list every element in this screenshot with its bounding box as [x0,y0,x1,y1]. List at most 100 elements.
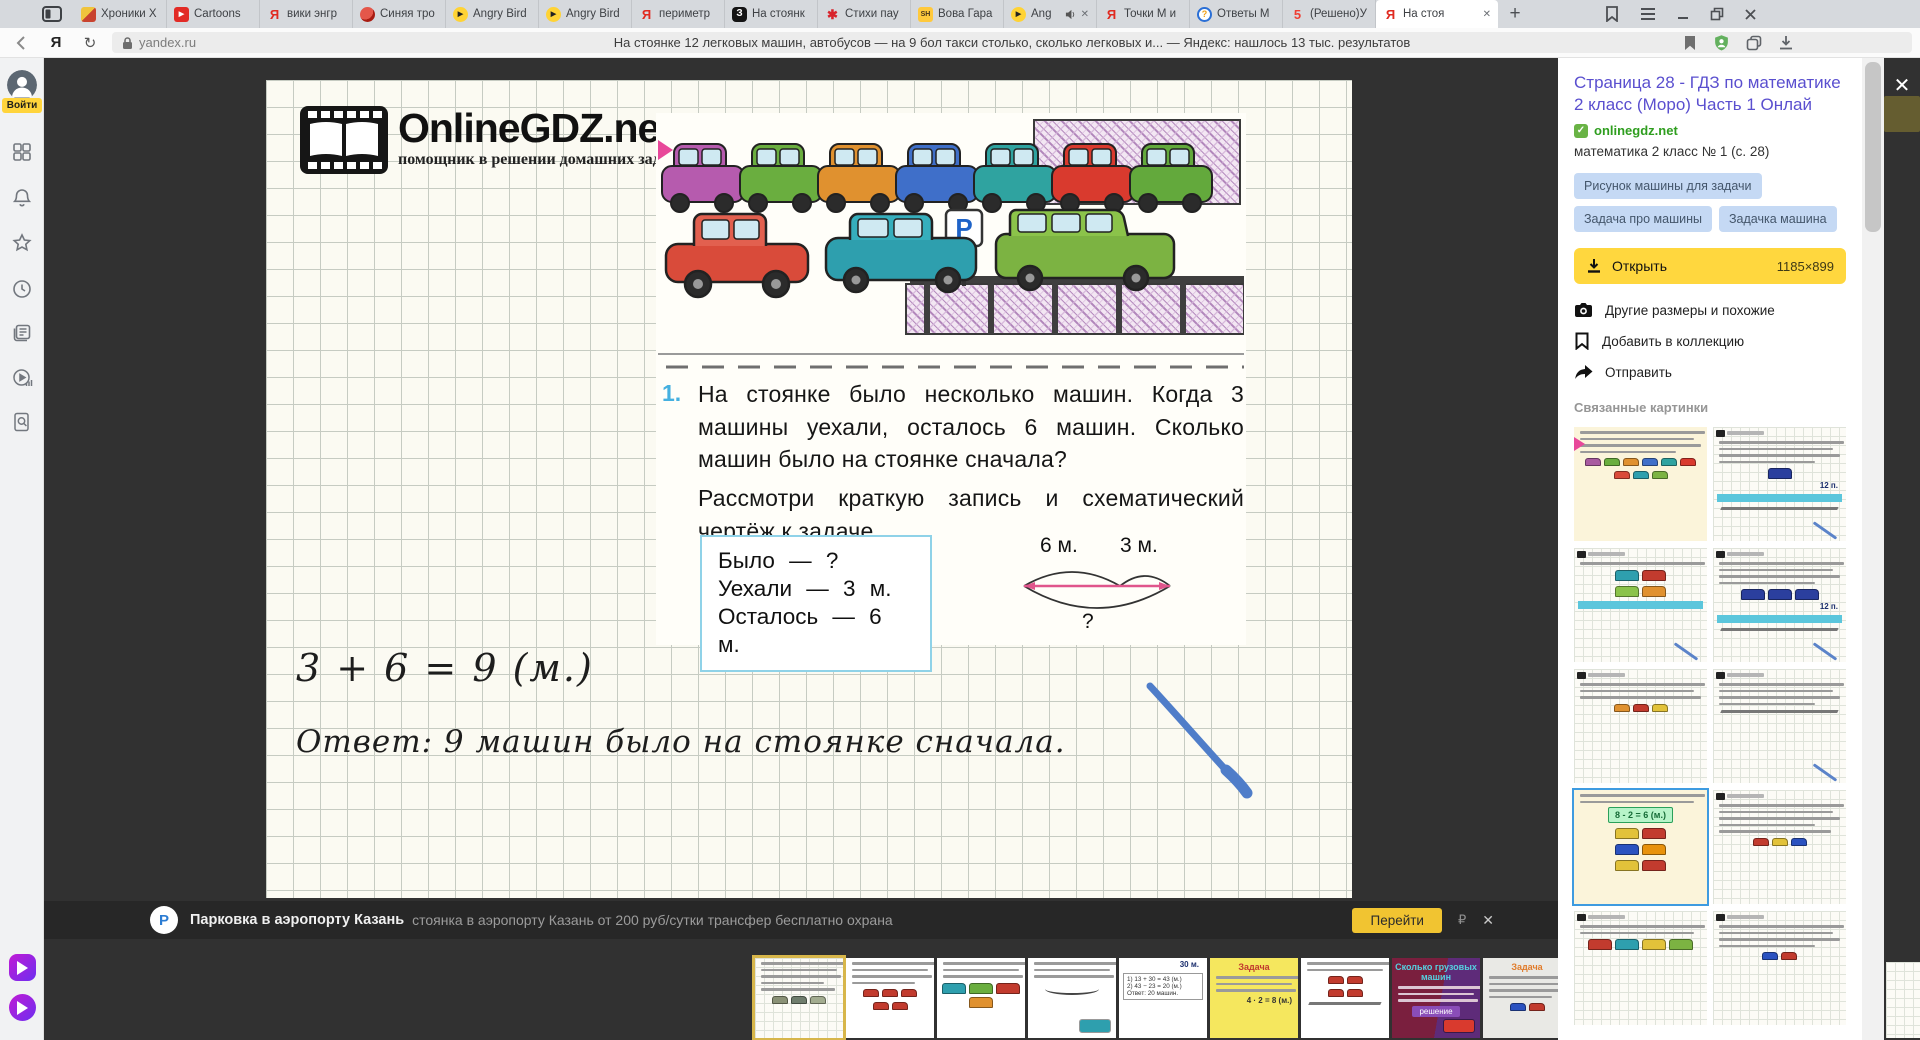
tab[interactable]: ▶ Ang ✕ [1004,0,1097,28]
bookmark-panel-icon[interactable] [1604,6,1620,22]
tab[interactable]: Явики энгр [260,0,353,28]
protect-shield-icon[interactable] [1713,34,1730,52]
thumb-content [1574,911,1707,1026]
new-tab-button[interactable]: + [1498,0,1532,28]
related-image[interactable] [1713,790,1846,905]
articles-icon[interactable] [10,321,34,345]
tab[interactable]: 5 (Решено)У [1283,0,1376,28]
related-image[interactable] [1713,911,1846,1026]
play-favicon: ▶ [1011,6,1026,22]
related-image[interactable] [1574,911,1707,1026]
tag-list: Рисунок машины для задачи Задача про маш… [1574,173,1846,233]
thumb-content [1713,911,1846,1026]
media-player-icon[interactable] [10,366,34,390]
thumb-content [1301,958,1389,1038]
ad-brand[interactable]: Парковка в аэропорту Казань [190,912,404,928]
tab[interactable]: ✱ Стихи пау [818,0,911,28]
filmstrip-thumb[interactable]: Задача 4 · 2 = 8 (м.) [1210,958,1298,1038]
minimize-icon[interactable] [1676,7,1690,21]
task-paragraph: На стоянке было несколько машин. Когда 3… [698,381,1244,473]
menu-icon[interactable] [1640,7,1656,21]
thumb-content [846,958,934,1038]
related-image[interactable] [1713,669,1846,784]
thumb-content [1574,669,1707,784]
history-clock-icon[interactable] [10,277,34,301]
tab[interactable]: ▶ Cartoons [167,0,260,28]
tab[interactable]: Синяя тро [353,0,446,28]
collections-flag-icon[interactable] [1683,35,1697,51]
similar-sizes-item[interactable]: Другие размеры и похожие [1574,302,1846,318]
login-button[interactable]: Войти [2,98,42,113]
scrollbar-thumb[interactable] [1865,62,1881,232]
filmstrip: 30 м. 1) 13 + 30 = 43 (м.) 2) 43 − 23 = 20… [755,958,1571,1038]
related-image-selected[interactable]: 8 - 2 = 6 (м.) [1574,790,1707,905]
close-window-icon[interactable] [1744,8,1757,21]
viewed-image[interactable]: OnlineGDZ.net помощник в решении домашни… [266,80,1352,898]
apps-grid-icon[interactable] [10,140,34,164]
summary-line: Осталось — 6 м. [718,604,882,658]
related-images-grid: 12 п. 12 п. 8 - 2 = 6 (м.) [1574,427,1846,1026]
open-image-button[interactable]: Открыть 1185×899 [1574,248,1846,285]
back-icon[interactable] [8,28,36,57]
related-image[interactable] [1574,669,1707,784]
tab-close-icon[interactable]: ✕ [1081,9,1089,20]
add-to-collection-item[interactable]: Добавить в коллекцию [1574,332,1846,351]
tab-close-icon[interactable]: ✕ [1483,9,1491,20]
audio-indicator-icon[interactable] [1065,9,1076,20]
filmstrip-thumb-selected[interactable] [755,958,843,1038]
ad-close-icon[interactable]: ✕ [1482,912,1494,929]
tag-button[interactable]: Рисунок машины для задачи [1574,173,1762,200]
tab[interactable]: Хроники Х [74,0,167,28]
related-images-header: Связанные картинки [1574,400,1709,416]
favorites-star-icon[interactable] [10,231,34,255]
tag-button[interactable]: Задача про машины [1574,206,1712,233]
filmstrip-thumb-partial[interactable] [1886,962,1920,1038]
share-item[interactable]: Отправить [1574,364,1846,380]
related-image[interactable] [1574,548,1707,663]
filmstrip-thumb[interactable] [937,958,1025,1038]
tab-panel-toggle-icon[interactable] [30,0,74,28]
notifications-bell-icon[interactable] [10,186,34,210]
related-image[interactable]: 12 п. [1713,548,1846,663]
tab[interactable]: ▶ Angry Bird [539,0,632,28]
related-image[interactable]: 12 п. [1713,427,1846,542]
tab[interactable]: Я Точки М и [1097,0,1190,28]
alice-assistant-icon[interactable] [9,994,36,1021]
source-site[interactable]: onlinegdz.net [1594,123,1678,138]
tab[interactable]: SH Вова Гара [911,0,1004,28]
url-field[interactable]: yandex.ru На стоянке 12 легковых машин, … [112,32,1912,53]
page-search-icon[interactable] [10,410,34,434]
restore-icon[interactable] [1710,7,1724,21]
thumb-content [1713,790,1846,905]
related-image[interactable] [1574,427,1707,542]
thumb-content [1028,958,1116,1038]
tab[interactable]: З На стоянк [725,0,818,28]
ad-cta-button[interactable]: Перейти [1352,907,1442,933]
alice-collections-icon[interactable] [9,954,36,981]
browser-window: Хроники Х ▶ Cartoons Явики энгр Синяя тро ▶ An… [0,0,1920,1040]
avatar[interactable] [7,70,37,100]
image-title-link[interactable]: Страница 28 - ГДЗ по математике 2 класс … [1574,72,1846,116]
tab[interactable]: Япериметр [632,0,725,28]
tab-title: периметр [659,8,711,20]
five-favicon: 5 [1293,6,1302,22]
dimmed-page-element [1884,96,1920,132]
sidebar-scrollbar[interactable] [1862,58,1884,1040]
tab[interactable]: ▶ Angry Bird [446,0,539,28]
download-icon[interactable] [1778,35,1794,51]
task-number: 1. [662,380,682,406]
yandex-home-icon[interactable]: Я [42,28,70,57]
filmstrip-thumb[interactable]: Сколько грузовых машин решение [1392,958,1480,1038]
filmstrip-thumb[interactable] [1028,958,1116,1038]
tab[interactable]: ? Ответы М [1190,0,1283,28]
refresh-icon[interactable]: ↻ [76,28,104,57]
filmstrip-thumb[interactable] [1301,958,1389,1038]
tab-active[interactable]: Я На стоя ✕ [1376,0,1498,28]
close-viewer-icon[interactable]: ✕ [1890,74,1914,98]
tab-title: вики энгр [287,8,337,20]
tabs-copy-icon[interactable] [1746,35,1762,51]
tag-button[interactable]: Задачка машина [1719,206,1837,233]
filmstrip-thumb[interactable] [846,958,934,1038]
filmstrip-thumb[interactable]: 30 м. 1) 13 + 30 = 43 (м.) 2) 43 − 23 = 20… [1119,958,1207,1038]
logo-subtitle: помощник в решении домашних заданий [398,151,697,169]
